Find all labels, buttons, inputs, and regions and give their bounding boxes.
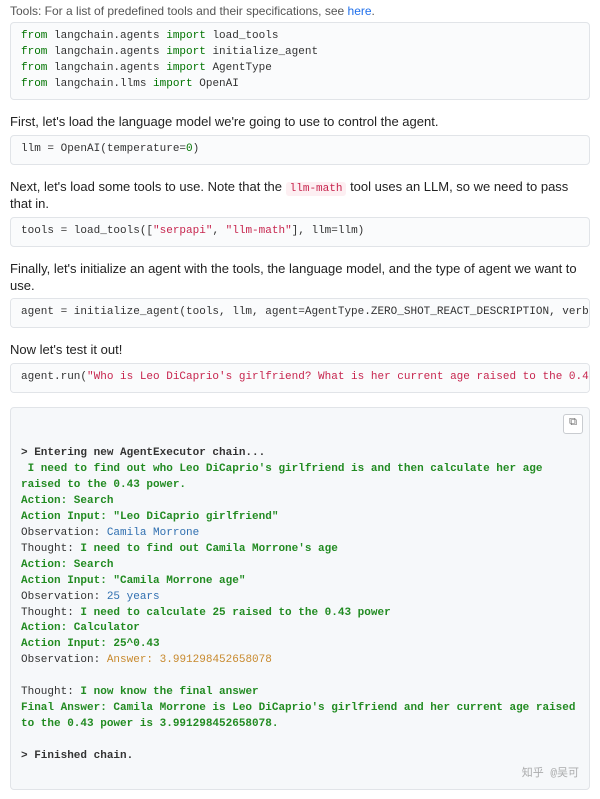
code-openai: llm = OpenAI(temperature=0) <box>10 135 590 165</box>
para-test: Now let's test it out! <box>10 342 590 359</box>
code-init-agent: agent = initialize_agent(tools, llm, age… <box>10 298 590 328</box>
output-block: ⧉ > Entering new AgentExecutor chain... … <box>10 407 590 790</box>
code-load-tools: tools = load_tools(["serpapi", "llm-math… <box>10 217 590 247</box>
para-init-agent: Finally, let's initialize an agent with … <box>10 261 590 295</box>
code-run: agent.run("Who is Leo DiCaprio's girlfri… <box>10 363 590 393</box>
code-imports: from langchain.agents import load_tools … <box>10 22 590 100</box>
copy-icon[interactable]: ⧉ <box>563 414 583 434</box>
para-load-tools: Next, let's load some tools to use. Note… <box>10 179 590 213</box>
watermark: 知乎 @吴可 <box>522 767 579 783</box>
here-link[interactable]: here <box>348 4 372 18</box>
top-cut-line: Tools: For a list of predefined tools an… <box>10 4 590 18</box>
inline-code-llm-math: llm-math <box>286 182 347 196</box>
para-load-model: First, let's load the language model we'… <box>10 114 590 131</box>
